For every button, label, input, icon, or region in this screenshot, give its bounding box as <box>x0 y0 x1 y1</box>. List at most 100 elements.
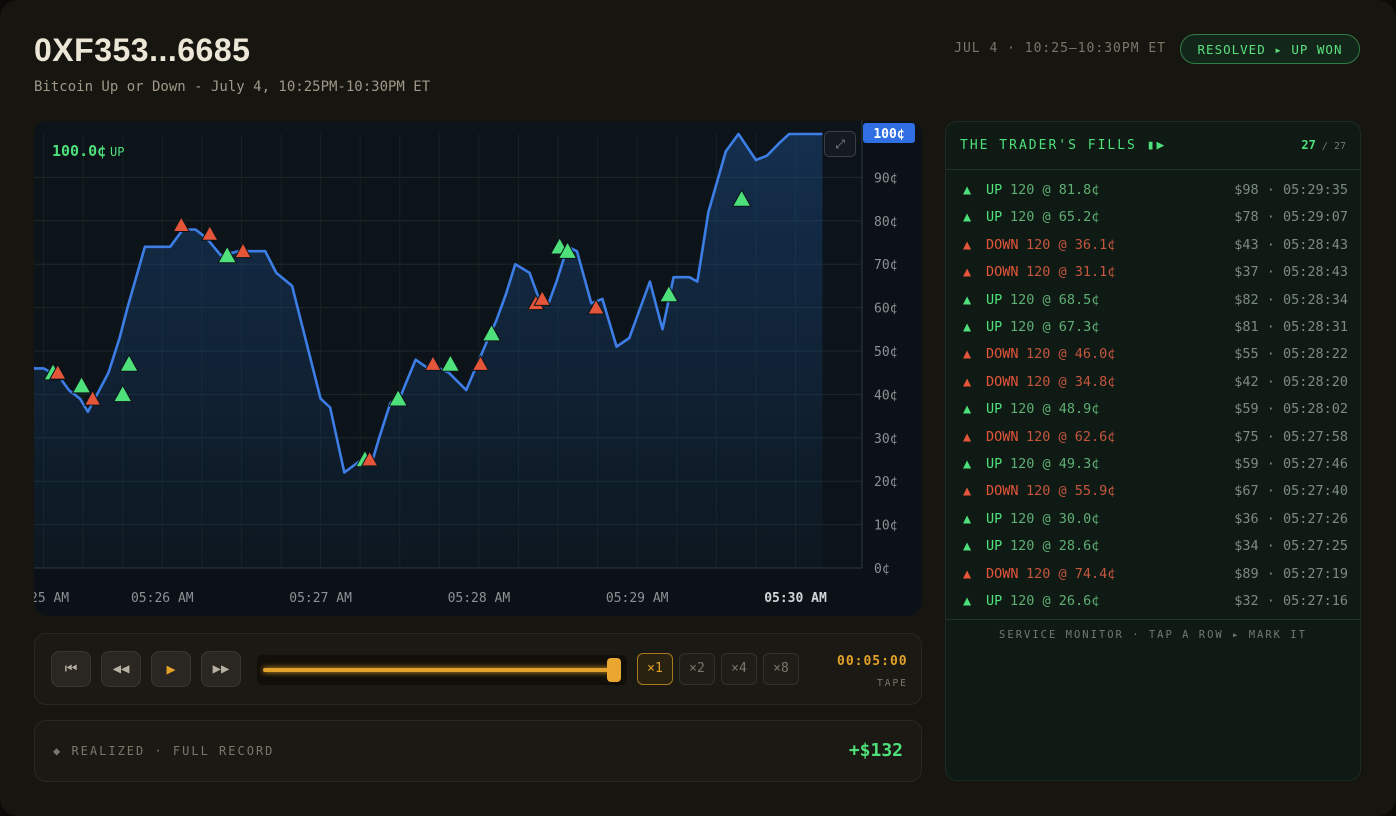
fills-count-shown: 27 <box>1301 138 1316 152</box>
down-arrow-icon: ▲ <box>963 236 972 253</box>
playback-controls: ⏮ ◀◀ ▶ ▶▶ ×1 ×2 ×4 ×8 00:05:00 TAPE <box>34 633 922 705</box>
fills-title: THE TRADER'S FILLS ▮▶ <box>960 138 1167 153</box>
fill-meta: $43 · 05:28:43 <box>1234 236 1348 253</box>
fill-side: DOWN <box>986 565 1019 582</box>
realized-pnl-panel: ◆ REALIZED · FULL RECORD +$132 <box>34 720 922 782</box>
fills-count: 27 / 27 <box>1301 138 1346 152</box>
market-subtitle: Bitcoin Up or Down - July 4, 10:25PM-10:… <box>34 79 431 95</box>
speed-option[interactable]: ×4 <box>721 653 757 685</box>
fill-row[interactable]: ▲ UP 120 @ 67.3¢ $81 · 05:28:31 <box>946 314 1360 341</box>
fill-meta: $32 · 05:27:16 <box>1234 593 1348 609</box>
fill-quantity: 120 @ 65.2¢ <box>1010 209 1100 226</box>
fill-quantity: 120 @ 31.1¢ <box>1026 264 1116 281</box>
expand-icon: ⤢ <box>835 137 845 151</box>
fills-panel: THE TRADER'S FILLS ▮▶ 27 / 27 ▲ UP 120 @ 8… <box>945 121 1361 781</box>
fill-meta: $36 · 05:27:26 <box>1234 510 1348 527</box>
rewind-button[interactable]: ◀◀ <box>101 651 141 687</box>
y-tick-label: 40¢ <box>874 388 897 403</box>
fill-row[interactable]: ▲ DOWN 120 @ 74.4¢ $89 · 05:27:19 <box>946 561 1360 588</box>
up-arrow-icon: ▲ <box>963 209 972 226</box>
divider <box>946 169 1360 170</box>
up-arrow-icon: ▲ <box>963 538 972 555</box>
up-arrow-icon: ▲ <box>963 319 972 335</box>
up-arrow-icon: ▲ <box>963 456 972 472</box>
speed-option[interactable]: ×8 <box>763 653 799 685</box>
speed-option[interactable]: ×2 <box>679 653 715 685</box>
fill-row[interactable]: ▲ UP 120 @ 65.2¢ $78 · 05:29:07 <box>946 204 1360 231</box>
fill-side: UP <box>986 456 1003 472</box>
x-tick-label: 05:26 AM <box>131 591 194 606</box>
up-arrow-icon: ▲ <box>963 593 972 609</box>
skip-start-button[interactable]: ⏮ <box>51 651 91 687</box>
fill-quantity: 120 @ 30.0¢ <box>1010 510 1100 527</box>
fill-meta: $37 · 05:28:43 <box>1234 264 1348 281</box>
fill-row[interactable]: ▲ DOWN 120 @ 34.8¢ $42 · 05:28:20 <box>946 369 1360 396</box>
price-chart[interactable]: 90¢ 80¢ 70¢ 60¢ 50¢ 40¢ 30¢ 20¢ 10¢ 0¢ 25 AM 05:26 … <box>34 121 922 616</box>
fill-side: UP <box>986 291 1003 308</box>
fill-side: UP <box>986 209 1003 226</box>
play-icon: ▶ <box>166 660 176 678</box>
fill-quantity: 120 @ 34.8¢ <box>1026 373 1116 390</box>
playback-time: 00:05:00 <box>837 654 908 669</box>
y-tick-label: 50¢ <box>874 345 897 360</box>
fill-quantity: 120 @ 28.6¢ <box>1010 538 1100 555</box>
fill-side: DOWN <box>986 236 1019 253</box>
fill-meta: $81 · 05:28:31 <box>1234 319 1348 335</box>
x-tick-label: 05:29 AM <box>606 591 669 606</box>
x-tick-label: 05:27 AM <box>289 591 352 606</box>
fill-row[interactable]: ▲ UP 120 @ 28.6¢ $34 · 05:27:25 <box>946 533 1360 560</box>
fill-side: DOWN <box>986 346 1019 363</box>
fill-meta: $55 · 05:28:22 <box>1234 346 1348 363</box>
fill-row[interactable]: ▲ UP 120 @ 81.8¢ $98 · 05:29:35 <box>946 177 1360 204</box>
timeline-scrubber[interactable] <box>257 655 627 685</box>
down-arrow-icon: ▲ <box>963 483 972 500</box>
fill-row[interactable]: ▲ UP 120 @ 26.6¢ $32 · 05:27:16 <box>946 588 1360 615</box>
fill-side: UP <box>986 538 1003 555</box>
price-badge-label: 100¢ <box>873 127 904 142</box>
fill-meta: $34 · 05:27:25 <box>1234 538 1348 555</box>
fill-side: UP <box>986 593 1003 609</box>
fill-meta: $98 · 05:29:35 <box>1234 182 1348 198</box>
y-tick-label: 20¢ <box>874 475 897 490</box>
down-arrow-icon: ▲ <box>963 565 972 582</box>
fill-meta: $67 · 05:27:40 <box>1234 483 1348 500</box>
down-arrow-icon: ▲ <box>963 373 972 390</box>
down-arrow-icon: ▲ <box>963 264 972 281</box>
service-monitor-hint: SERVICE MONITOR · TAP A ROW ▸ MARK IT <box>999 629 1307 641</box>
fill-quantity: 120 @ 68.5¢ <box>1010 291 1100 308</box>
play-button[interactable]: ▶ <box>151 651 191 687</box>
time-window: JUL 4 · 10:25–10:30PM ET <box>954 41 1166 56</box>
fill-row[interactable]: ▲ DOWN 120 @ 46.0¢ $55 · 05:28:22 <box>946 341 1360 368</box>
fill-meta: $78 · 05:29:07 <box>1234 209 1348 226</box>
fast-forward-button[interactable]: ▶▶ <box>201 651 241 687</box>
fill-quantity: 120 @ 49.3¢ <box>1010 456 1100 472</box>
x-tick-label: 05:30 AM <box>764 591 827 606</box>
fills-count-total: 27 <box>1333 141 1346 152</box>
rewind-icon: ◀◀ <box>112 661 130 677</box>
x-tick-label: 25 AM <box>34 591 69 606</box>
speed-option[interactable]: ×1 <box>637 653 673 685</box>
fast-forward-icon: ▶▶ <box>212 661 230 677</box>
fill-row[interactable]: ▲ UP 120 @ 49.3¢ $59 · 05:27:46 <box>946 451 1360 478</box>
fill-row[interactable]: ▲ UP 120 @ 68.5¢ $82 · 05:28:34 <box>946 287 1360 314</box>
fill-meta: $59 · 05:27:46 <box>1234 456 1348 472</box>
fill-meta: $89 · 05:27:19 <box>1234 565 1348 582</box>
fill-side: DOWN <box>986 264 1019 281</box>
chart-canvas: 90¢ 80¢ 70¢ 60¢ 50¢ 40¢ 30¢ 20¢ 10¢ 0¢ 25 AM 05:26 … <box>34 121 915 606</box>
expand-button[interactable]: ⤢ <box>824 131 856 157</box>
fill-row[interactable]: ▲ DOWN 120 @ 55.9¢ $67 · 05:27:40 <box>946 478 1360 505</box>
fill-quantity: 120 @ 74.4¢ <box>1026 565 1116 582</box>
up-arrow-icon: ▲ <box>963 291 972 308</box>
fill-row[interactable]: ▲ DOWN 120 @ 62.6¢ $75 · 05:27:58 <box>946 424 1360 451</box>
divider <box>946 619 1360 620</box>
y-tick-label: 10¢ <box>874 519 897 534</box>
fill-quantity: 120 @ 67.3¢ <box>1010 319 1100 335</box>
fill-row[interactable]: ▲ DOWN 120 @ 31.1¢ $37 · 05:28:43 <box>946 259 1360 286</box>
fill-row[interactable]: ▲ UP 120 @ 30.0¢ $36 · 05:27:26 <box>946 506 1360 533</box>
fill-row[interactable]: ▲ UP 120 @ 48.9¢ $59 · 05:28:02 <box>946 396 1360 423</box>
fill-side: UP <box>986 182 1003 198</box>
app-frame: 0XF353...6685 Bitcoin Up or Down - July … <box>0 0 1396 816</box>
timeline-progress <box>263 668 615 672</box>
fill-row[interactable]: ▲ DOWN 120 @ 36.1¢ $43 · 05:28:43 <box>946 232 1360 259</box>
scrubber-handle[interactable] <box>607 658 621 682</box>
